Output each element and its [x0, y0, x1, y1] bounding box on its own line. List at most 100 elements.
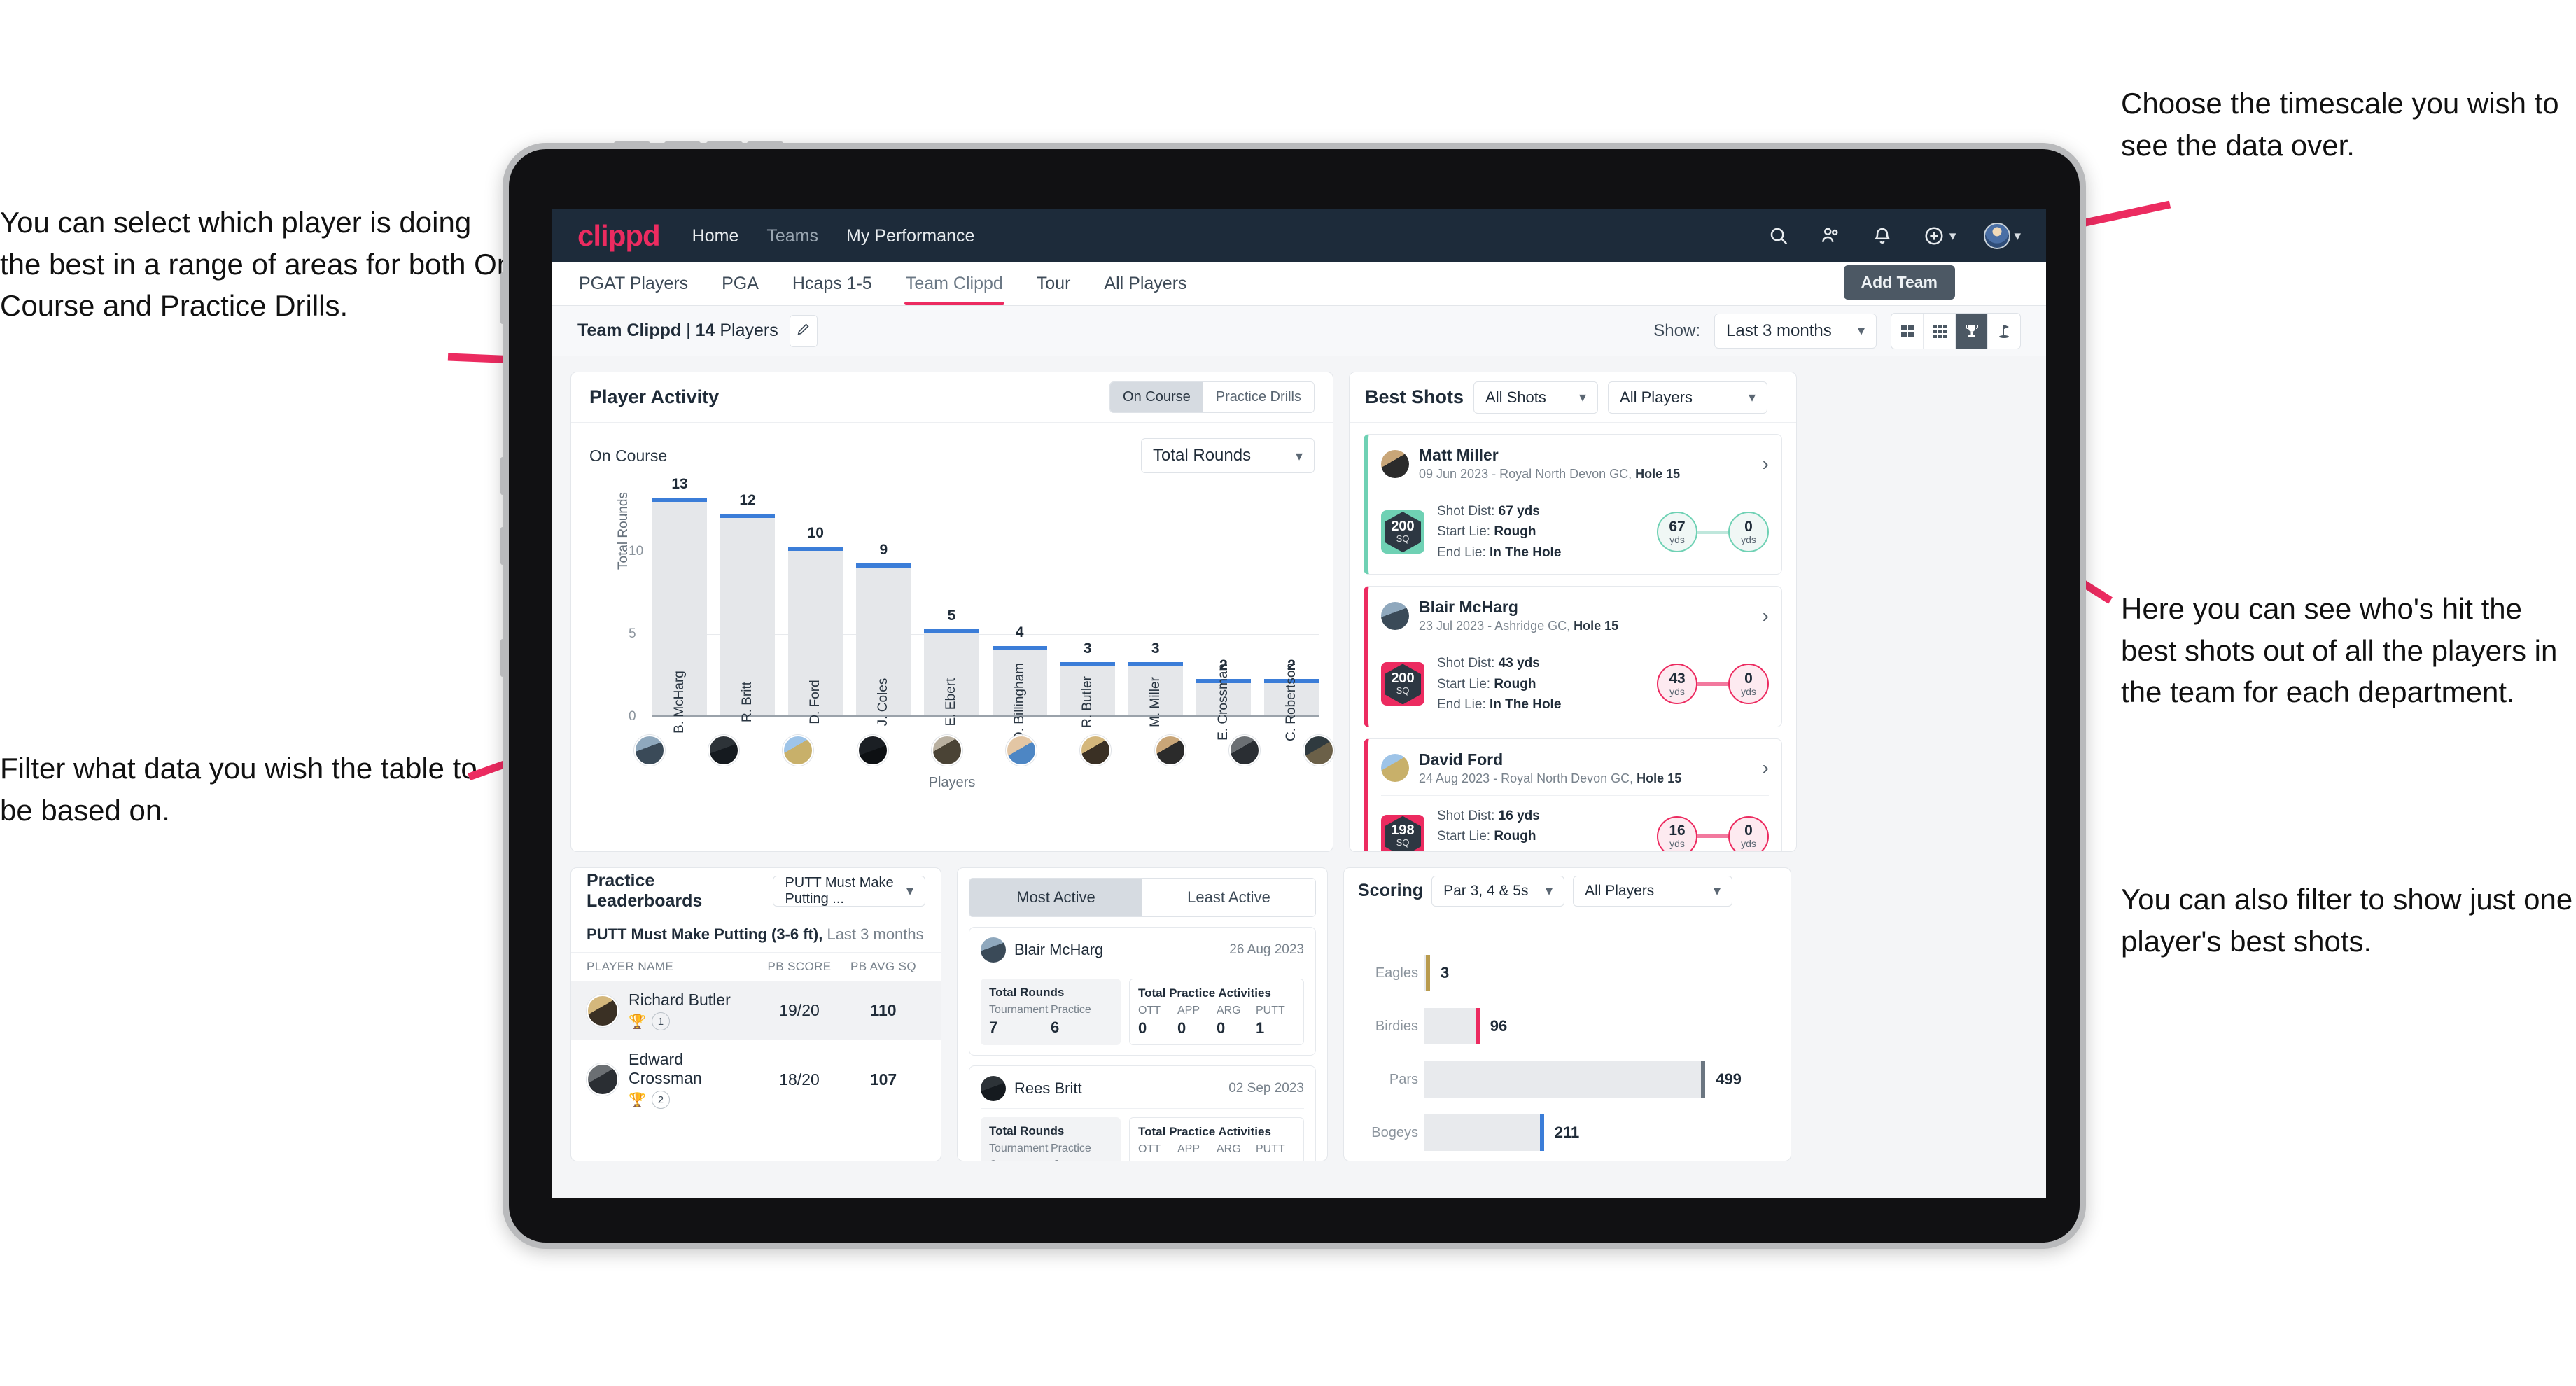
segment-on-course[interactable]: On Course [1110, 382, 1203, 412]
scoring-plot-area: Eagles 3 Birdies 96 Pars 499 Bogeys 211 [1371, 931, 1777, 1151]
people-icon[interactable] [1819, 224, 1842, 248]
y-tick-10: 10 [629, 544, 644, 559]
nav-link-my-performance[interactable]: My Performance [846, 226, 974, 246]
bar-category-label: B. McHarg [672, 671, 687, 734]
distance-start-value: 67 [1669, 518, 1686, 535]
chevron-down-icon[interactable]: ▾ [2014, 228, 2021, 244]
chevron-down-icon[interactable]: ▾ [1949, 228, 1956, 244]
tab-pga[interactable]: PGA [720, 264, 760, 304]
par-select[interactable]: Par 3, 4 & 5s ▾ [1432, 875, 1565, 906]
player-avatar[interactable] [783, 735, 814, 766]
table-row[interactable]: Richard Butler 🏆 1 19/20 110 [571, 981, 941, 1040]
tab-tour[interactable]: Tour [1035, 264, 1072, 304]
trophy-icon: 🏆 [629, 1014, 646, 1030]
list-item[interactable]: Rees Britt 02 Sep 2023 Total Rounds Tournam… [969, 1065, 1316, 1161]
bar-column[interactable]: 12 R. Britt [720, 486, 776, 722]
nav-link-teams[interactable]: Teams [766, 226, 818, 246]
bar: M. Miller [1128, 662, 1183, 727]
chevron-right-icon[interactable]: › [1763, 453, 1769, 475]
y-tick-5: 5 [629, 626, 636, 641]
timescale-select[interactable]: Last 3 months ▾ [1714, 313, 1877, 349]
distance-start-value: 43 [1669, 670, 1686, 687]
drill-period: Last 3 months [827, 925, 924, 943]
bar-category-label: D. Ford [808, 680, 823, 724]
player-avatar[interactable] [931, 735, 962, 766]
segment-practice-drills[interactable]: Practice Drills [1203, 382, 1314, 412]
best-shot-body: 200 SQ Shot Dist: 43 yds Start Lie: Rough En… [1381, 643, 1769, 715]
bar-column[interactable]: 3 R. Butler [1060, 486, 1115, 728]
edit-team-button[interactable] [789, 314, 818, 347]
view-toggle-golf-flag[interactable] [1988, 314, 2020, 349]
tab-pgat-players[interactable]: PGAT Players [578, 264, 690, 304]
bar-column[interactable]: 13 B. McHarg [652, 476, 707, 734]
best-shots-player-select[interactable]: All Players ▾ [1608, 381, 1768, 414]
team-name: Team Clippd [578, 321, 682, 340]
rounds-col-value: 8 [989, 1157, 1051, 1161]
bar-column[interactable]: 4 D. Billingham [992, 486, 1047, 741]
scoring-card: Scoring Par 3, 4 & 5s ▾ All Players ▾ Ea… [1343, 867, 1791, 1161]
avatar[interactable] [1984, 223, 2011, 249]
player-activity-header: Player Activity On Course Practice Drill… [571, 372, 1333, 423]
scoring-value: 499 [1716, 1070, 1742, 1088]
practice-col-value: 0 [1177, 1158, 1217, 1161]
list-item[interactable]: Blair McHarg 26 Aug 2023 Total Rounds Tourn… [969, 927, 1316, 1056]
player-avatar[interactable] [1228, 735, 1260, 766]
player-avatar[interactable] [857, 735, 888, 766]
scoring-bar-row[interactable]: Birdies 96 [1376, 1008, 1507, 1044]
nav-link-home[interactable]: Home [692, 226, 739, 246]
best-shot-card[interactable]: David Ford 24 Aug 2023 - Royal North Devo… [1364, 738, 1782, 852]
add-team-button[interactable]: Add Team [1843, 265, 1955, 300]
shot-type-select[interactable]: All Shots ▾ [1474, 381, 1599, 414]
bar-column[interactable]: 3 M. Miller [1128, 486, 1183, 727]
scoring-player-select[interactable]: All Players ▾ [1573, 875, 1733, 906]
distance-end-unit: yds [1741, 838, 1756, 850]
bell-icon[interactable] [1870, 224, 1894, 248]
player-avatar[interactable] [1154, 735, 1186, 766]
scoring-category-label: Birdies [1375, 1018, 1418, 1034]
player-avatar[interactable] [708, 735, 740, 766]
best-shot-card[interactable]: Blair McHarg 23 Jul 2023 - Ashridge GC, H… [1364, 586, 1782, 727]
search-icon[interactable] [1767, 224, 1791, 248]
tab-most-active[interactable]: Most Active [969, 878, 1142, 916]
pb-score-value: 18/20 [779, 1070, 820, 1088]
rank-badge: 1 [651, 1012, 670, 1030]
end-lie-row: End Lie: In The Hole [1437, 847, 1561, 852]
scoring-bar-row[interactable]: Eagles 3 [1376, 955, 1449, 991]
player-avatar [981, 937, 1006, 962]
bar-column[interactable]: 10 D. Ford [788, 486, 844, 724]
shot-stats: Shot Dist: 16 yds Start Lie: Rough End Lie… [1437, 806, 1561, 852]
tab-least-active[interactable]: Least Active [1142, 878, 1315, 916]
player-avatar[interactable] [1006, 735, 1037, 766]
chevron-right-icon[interactable]: › [1763, 757, 1769, 779]
scoring-bar-row[interactable]: Bogeys 211 [1371, 1114, 1579, 1151]
bar-column[interactable]: 2 C. Robertson [1264, 486, 1319, 741]
scoring-bar-row[interactable]: Pars 499 [1390, 1061, 1742, 1098]
view-toggle-grid-3x3[interactable] [1924, 313, 1956, 349]
bar-column[interactable]: 2 E. Crossman [1196, 486, 1251, 741]
app-screen: clippd Home Teams My Performance ▾ ▾ PGA… [552, 209, 2046, 1198]
plus-circle-icon[interactable] [1922, 224, 1946, 248]
player-avatar[interactable] [1080, 735, 1112, 766]
view-toggle-trophy[interactable] [1956, 313, 1988, 349]
bar: R. Britt [720, 514, 776, 722]
chevron-down-icon: ▾ [1295, 448, 1303, 464]
metric-select[interactable]: Total Rounds ▾ [1141, 438, 1315, 473]
table-row[interactable]: Edward Crossman 🏆 2 18/20 107 [571, 1040, 941, 1119]
player-avatar[interactable] [1303, 735, 1334, 766]
activity-date: 26 Aug 2023 [1229, 942, 1304, 957]
best-shot-card[interactable]: Matt Miller 09 Jun 2023 - Royal North Dev… [1364, 434, 1782, 575]
drill-select[interactable]: PUTT Must Make Putting ... ▾ [773, 875, 925, 906]
bar-value: 4 [1015, 624, 1024, 640]
bar-column[interactable]: 9 J. Coles [856, 486, 911, 726]
app-logo[interactable]: clippd [578, 219, 661, 253]
view-toggle-grid-2x2[interactable] [1891, 313, 1924, 349]
dumbbell-connector [1698, 834, 1728, 839]
tab-team-clippd[interactable]: Team Clippd [904, 264, 1004, 305]
chevron-right-icon[interactable]: › [1763, 605, 1769, 627]
player-avatar[interactable] [634, 735, 665, 766]
column-header-pb-score: PB SCORE [767, 960, 832, 973]
tab-all-players[interactable]: All Players [1102, 264, 1188, 304]
pb-score-value: 19/20 [779, 1001, 820, 1019]
bar-column[interactable]: 5 E. Ebert [924, 486, 979, 726]
tab-hcaps-1-5[interactable]: Hcaps 1-5 [791, 264, 874, 304]
